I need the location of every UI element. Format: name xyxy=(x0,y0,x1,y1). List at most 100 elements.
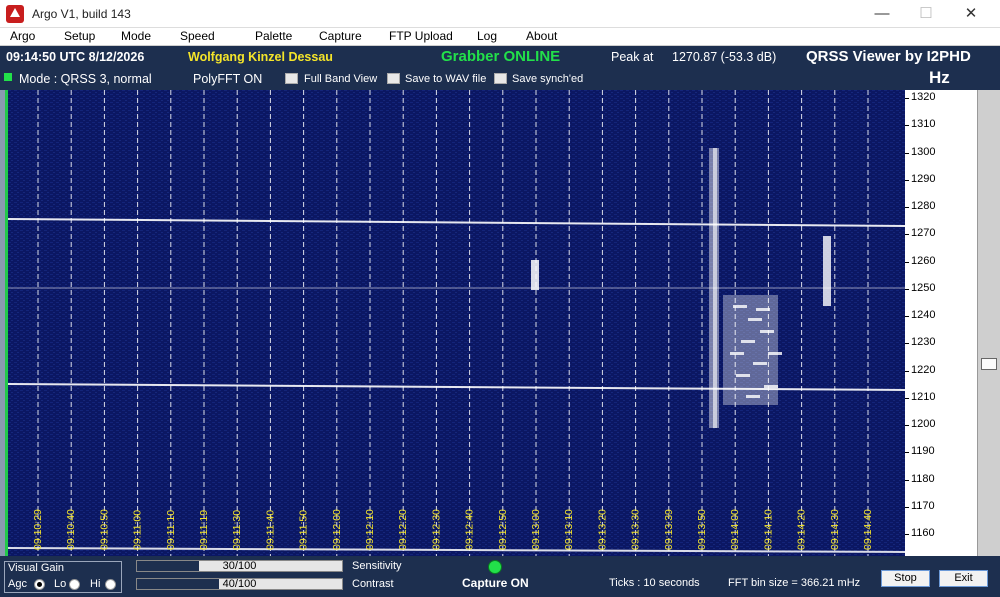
freq-label: 1160 xyxy=(911,527,935,539)
time-label: 09:11:50 xyxy=(298,510,310,550)
freq-tick xyxy=(905,479,909,481)
exit-button[interactable]: Exit xyxy=(939,570,988,587)
full-band-view-checkbox[interactable] xyxy=(285,73,298,84)
freq-label: 1210 xyxy=(911,390,936,403)
window-title: Argo V1, build 143 xyxy=(32,7,131,21)
time-label: 09:13:50 xyxy=(696,509,708,550)
menu-capture[interactable]: Capture xyxy=(319,29,362,43)
menu-ftp-upload[interactable]: FTP Upload xyxy=(389,29,453,43)
agc-radio[interactable] xyxy=(34,579,45,590)
freq-label: 1260 xyxy=(911,254,936,267)
lo-radio[interactable] xyxy=(69,579,80,590)
freq-label: 1280 xyxy=(911,200,936,212)
time-label: 09:11:30 xyxy=(231,510,243,550)
signal-blob xyxy=(741,340,755,343)
freq-label: 1270 xyxy=(911,227,936,240)
bottom-controls: Visual Gain Agc Lo Hi 30/100 Sensitivity… xyxy=(0,556,1000,597)
freq-tick xyxy=(905,288,909,290)
freq-tick xyxy=(905,98,909,99)
freq-tick xyxy=(905,125,909,127)
left-level-strip xyxy=(0,90,8,556)
menu-log[interactable]: Log xyxy=(477,29,497,43)
grabber-status: Grabber ONLINE xyxy=(441,48,561,65)
freq-tick xyxy=(905,506,909,508)
menu-mode[interactable]: Mode xyxy=(121,29,151,43)
freq-label: 1250 xyxy=(911,281,936,294)
time-label: 09:12:00 xyxy=(331,509,343,550)
freq-label: 1320 xyxy=(911,91,936,103)
freq-tick xyxy=(905,534,909,535)
menu-speed[interactable]: Speed xyxy=(180,29,215,43)
time-label: 09:14:30 xyxy=(829,509,841,550)
mode-bar: Mode : QRSS 3, normal PolyFFT ON Full Ba… xyxy=(0,68,1000,90)
save-synched-label: Save synch'ed xyxy=(512,73,584,85)
save-wav-checkbox[interactable] xyxy=(387,73,400,84)
freq-tick xyxy=(905,179,909,181)
capture-led-icon xyxy=(488,560,502,574)
freq-label: 1180 xyxy=(911,472,935,485)
capture-status: Capture ON xyxy=(462,576,529,590)
utc-datetime: 09:14:50 UTC 8/12/2026 xyxy=(6,50,145,64)
contrast-value: 40/100 xyxy=(222,578,257,590)
time-label: 09:13:30 xyxy=(630,509,642,550)
menu-about[interactable]: About xyxy=(526,29,557,43)
time-label: 09:12:50 xyxy=(497,509,509,550)
freq-label: 1300 xyxy=(911,145,936,158)
frequency-scale: 1320 1310 1300 1290 1280 1270 1260 1250 1240 1230… xyxy=(905,90,977,556)
hi-radio[interactable] xyxy=(105,579,116,590)
time-label: 09:11:10 xyxy=(165,510,177,550)
time-label: 09:13:39 xyxy=(663,509,675,550)
signal-blob xyxy=(823,236,831,306)
freq-label: 1290 xyxy=(911,172,936,185)
lo-label: Lo xyxy=(54,578,67,590)
peak-value: 1270.87 (-53.3 dB) xyxy=(672,50,777,64)
time-label: 09:12:30 xyxy=(430,509,442,550)
signal-blob xyxy=(753,362,767,365)
contrast-bar[interactable]: 40/100 xyxy=(136,578,343,590)
signal-blob xyxy=(723,295,778,405)
save-synched-checkbox[interactable] xyxy=(494,73,507,84)
save-wav-label: Save to WAV file xyxy=(405,73,487,85)
time-label: 09:12:40 xyxy=(464,509,476,550)
time-label: 09:13:00 xyxy=(530,509,542,550)
visual-gain-group: Visual Gain Agc Lo Hi xyxy=(4,561,122,593)
hi-label: Hi xyxy=(90,578,101,590)
freq-label: 1200 xyxy=(911,418,936,430)
time-label: 09:11:00 xyxy=(132,510,144,550)
time-label: 09:10:40 xyxy=(65,509,77,550)
freq-tick xyxy=(905,152,909,154)
app-icon[interactable] xyxy=(6,5,24,23)
time-label: 09:14:00 xyxy=(729,509,741,550)
freq-tick xyxy=(905,343,909,345)
minimize-icon[interactable]: — xyxy=(862,3,902,25)
spectrogram[interactable]: 09:10:29 09:10:40 09:10:50 09:11:00 09:11:10… xyxy=(8,90,905,556)
peak-label: Peak at xyxy=(611,50,654,64)
stop-button[interactable]: Stop xyxy=(881,570,930,587)
ticks-info: Ticks : 10 seconds xyxy=(609,577,700,589)
signal-blob xyxy=(531,260,539,290)
agc-label: Agc xyxy=(8,578,27,590)
freq-label: 1170 xyxy=(911,499,935,512)
slider-thumb[interactable] xyxy=(981,358,997,370)
contrast-label: Contrast xyxy=(352,578,394,590)
menu-setup[interactable]: Setup xyxy=(64,29,95,43)
freq-label: 1230 xyxy=(911,336,936,349)
time-label: 09:10:50 xyxy=(98,509,110,550)
menu-palette[interactable]: Palette xyxy=(255,29,292,43)
freq-tick xyxy=(905,370,909,372)
freq-label: 1190 xyxy=(911,445,935,458)
freq-tick xyxy=(905,234,909,236)
signal-blob xyxy=(713,148,717,428)
close-icon[interactable]: ✕ xyxy=(951,3,991,25)
sensitivity-bar[interactable]: 30/100 xyxy=(136,560,343,572)
freq-label: 1220 xyxy=(911,363,936,376)
maximize-icon[interactable]: ☐ xyxy=(906,3,946,25)
sensitivity-value: 30/100 xyxy=(222,560,257,572)
menu-argo[interactable]: Argo xyxy=(10,29,35,43)
freq-label: 1240 xyxy=(911,309,936,321)
fft-bin-info: FFT bin size = 366.21 mHz xyxy=(728,577,861,589)
frequency-slider[interactable] xyxy=(977,90,1000,556)
callsign: Wolfgang Kinzel Dessau xyxy=(188,50,333,64)
time-label: 09:11:19 xyxy=(198,510,210,550)
time-label: 09:14:40 xyxy=(862,509,874,550)
